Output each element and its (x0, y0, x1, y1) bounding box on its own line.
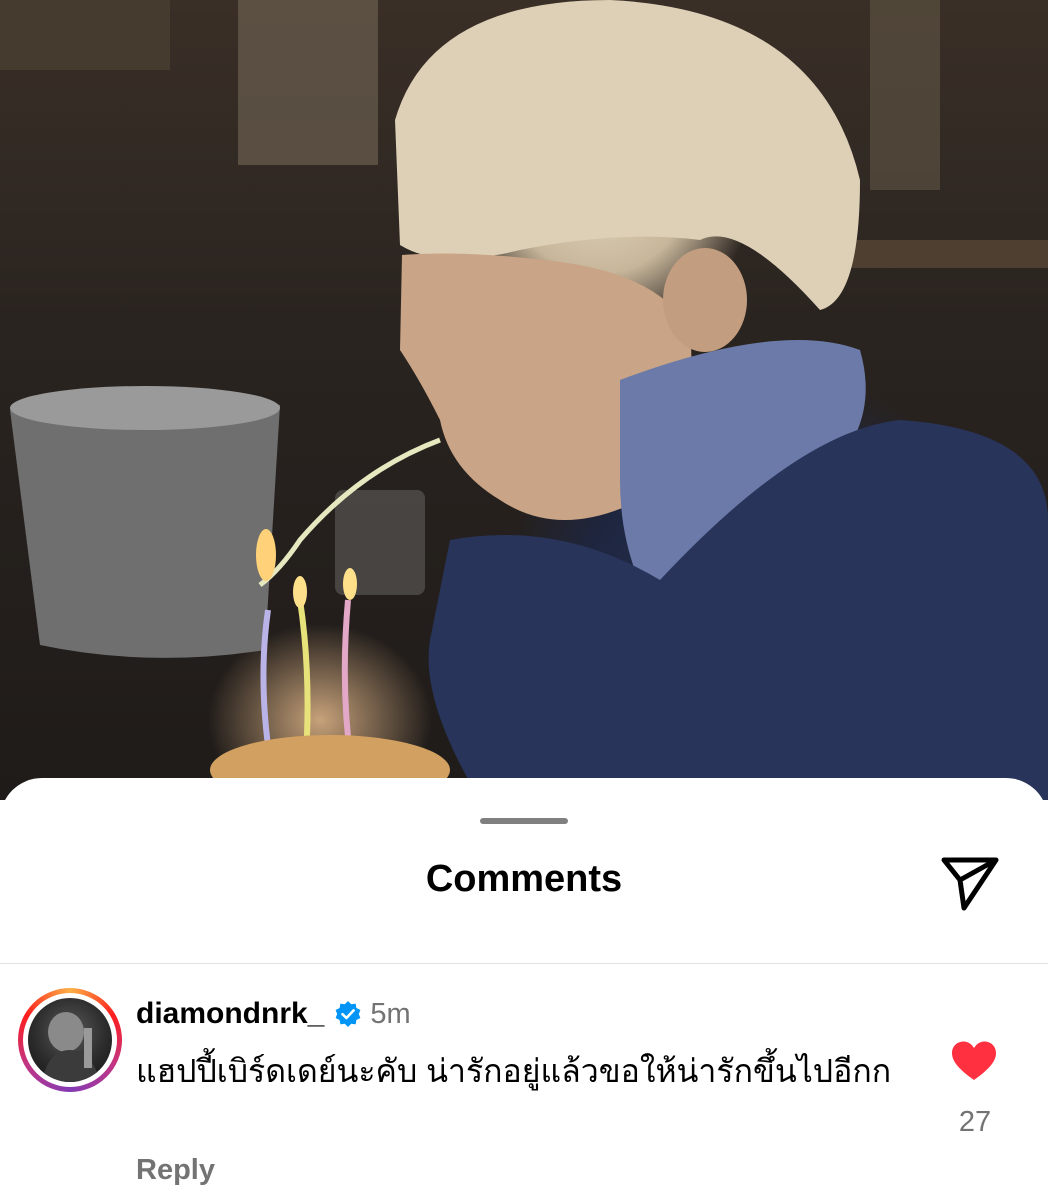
avatar[interactable] (28, 998, 112, 1082)
sheet-grabber[interactable] (480, 818, 568, 824)
reply-button[interactable]: Reply (136, 1154, 215, 1187)
share-button[interactable] (938, 850, 1002, 914)
like-button[interactable] (950, 1040, 998, 1082)
comments-sheet: Comments diamondnrk_ 5m แฮปปี้เบิร์ดเดย์… (0, 778, 1048, 1200)
divider (0, 963, 1048, 964)
verified-badge-icon (335, 1001, 361, 1027)
like-count: 27 (958, 1106, 992, 1138)
paper-plane-icon (941, 857, 999, 911)
post-photo (0, 0, 1048, 800)
photo-illustration (0, 0, 1048, 800)
heart-icon (952, 1041, 996, 1080)
sheet-title: Comments (425, 858, 623, 900)
comment-timestamp: 5m (370, 997, 411, 1030)
comment-username[interactable]: diamondnrk_ (136, 997, 324, 1031)
story-ring[interactable] (18, 988, 122, 1092)
comment-text: แฮปปี้เบิร์ดเดย์นะคับ น่ารักอยู่แล้วขอให… (136, 1053, 892, 1089)
comment-header: diamondnrk_ 5m (136, 994, 411, 1034)
avatar-image (42, 1012, 100, 1082)
